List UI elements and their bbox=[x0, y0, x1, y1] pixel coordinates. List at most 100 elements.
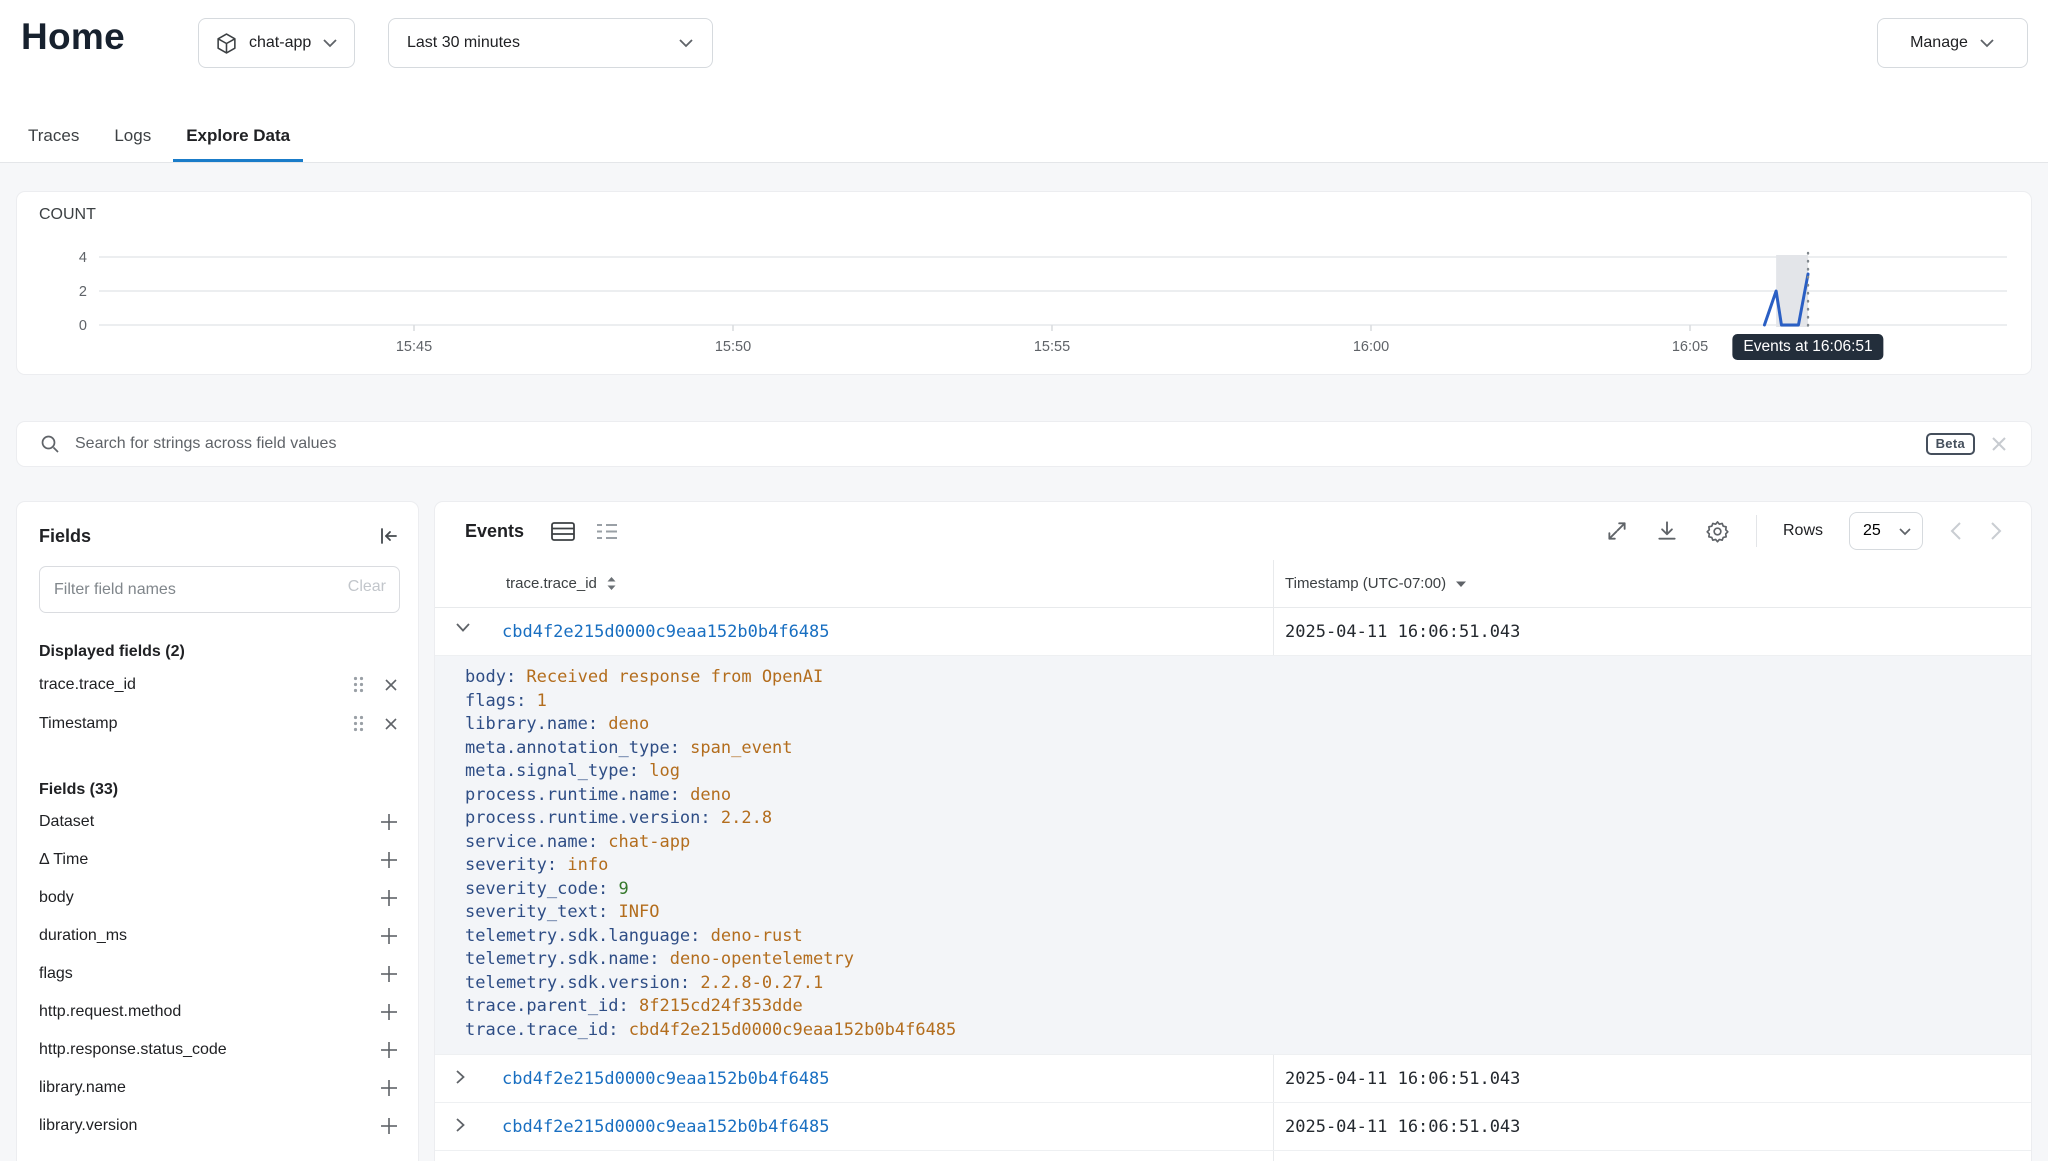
event-attribute-line: flags: 1 bbox=[465, 690, 2011, 714]
events-toolbar: Events Rows bbox=[435, 502, 2031, 560]
download-icon[interactable] bbox=[1655, 519, 1679, 543]
add-field-icon[interactable] bbox=[378, 849, 400, 871]
add-field-icon[interactable] bbox=[378, 1039, 400, 1061]
toolbar-divider bbox=[1756, 515, 1757, 547]
tab-explore-data[interactable]: Explore Data bbox=[173, 113, 303, 162]
table-row[interactable]: cbd4f2e215d0000c9eaa152b0b4f6485 2025-04… bbox=[435, 1055, 2031, 1103]
count-chart-plot[interactable]: 02415:4515:5015:5516:0016:05 bbox=[17, 192, 2031, 374]
chevron-right-icon bbox=[455, 1117, 466, 1133]
clear-filter-button[interactable]: Clear bbox=[348, 578, 386, 596]
attribute-key: library.name: bbox=[465, 714, 608, 734]
svg-text:15:45: 15:45 bbox=[396, 339, 432, 355]
displayed-field-row: trace.trace_id bbox=[39, 665, 400, 704]
search-input[interactable] bbox=[75, 435, 1912, 453]
events-title: Events bbox=[465, 521, 524, 542]
page: Home chat-app Last 30 minutes Manage Tra… bbox=[0, 0, 2048, 1161]
table-row[interactable]: cbd4f2e215d0000c9eaa152b0b4f6485 2025-04… bbox=[435, 1103, 2031, 1151]
sort-icon[interactable] bbox=[605, 575, 618, 592]
tab-traces[interactable]: Traces bbox=[15, 113, 92, 162]
event-attribute-line: process.runtime.name: deno bbox=[465, 784, 2011, 808]
field-name: http.request.method bbox=[39, 1003, 378, 1021]
dataset-cube-icon bbox=[215, 32, 238, 55]
displayed-fields-header: Displayed fields (2) bbox=[39, 639, 400, 665]
fields-panel-title: Fields bbox=[39, 526, 91, 547]
add-field-icon[interactable] bbox=[378, 963, 400, 985]
attribute-key: process.runtime.name: bbox=[465, 785, 690, 805]
collapse-sidebar-icon[interactable] bbox=[376, 524, 400, 548]
attribute-key: body: bbox=[465, 667, 526, 687]
attribute-value: Received response from OpenAI bbox=[526, 667, 823, 687]
manage-button[interactable]: Manage bbox=[1877, 18, 2028, 68]
add-field-icon[interactable] bbox=[378, 1077, 400, 1099]
svg-text:4: 4 bbox=[79, 250, 87, 266]
attribute-key: telemetry.sdk.name: bbox=[465, 949, 670, 969]
attribute-key: flags: bbox=[465, 691, 537, 711]
dataset-selector[interactable]: chat-app bbox=[198, 18, 355, 68]
svg-text:16:00: 16:00 bbox=[1353, 339, 1389, 355]
attribute-key: meta.signal_type: bbox=[465, 761, 649, 781]
trace-id-link[interactable]: cbd4f2e215d0000c9eaa152b0b4f6485 bbox=[502, 1117, 830, 1137]
row-expand-chevron[interactable] bbox=[455, 622, 475, 642]
sort-desc-icon[interactable] bbox=[1455, 580, 1467, 588]
field-row: body bbox=[39, 879, 400, 917]
prev-page-icon[interactable] bbox=[1949, 521, 1963, 541]
expand-icon[interactable] bbox=[1605, 519, 1629, 543]
event-attribute-line: telemetry.sdk.version: 2.2.8-0.27.1 bbox=[465, 972, 2011, 996]
list-view-icon[interactable] bbox=[594, 520, 620, 543]
attribute-value: 1 bbox=[537, 691, 547, 711]
add-field-icon[interactable] bbox=[378, 1001, 400, 1023]
dataset-label: chat-app bbox=[249, 34, 311, 52]
event-attribute-line: telemetry.sdk.language: deno-rust bbox=[465, 925, 2011, 949]
remove-field-icon[interactable] bbox=[382, 715, 400, 733]
field-name: Timestamp bbox=[39, 715, 351, 733]
attribute-value: deno bbox=[608, 714, 649, 734]
tab-label: Traces bbox=[28, 126, 79, 146]
table-view-icon[interactable] bbox=[550, 520, 576, 543]
svg-text:15:55: 15:55 bbox=[1034, 339, 1070, 355]
column-header-trace-id[interactable]: trace.trace_id bbox=[506, 575, 597, 592]
tab-label: Logs bbox=[114, 126, 151, 146]
table-row[interactable]: cbd4f2e215d0000c9eaa152b0b4f6485 2025-04… bbox=[435, 1151, 2031, 1161]
chevron-down-icon bbox=[1898, 527, 1912, 536]
rows-per-page-select[interactable]: 25 bbox=[1849, 512, 1923, 550]
timestamp-value: 2025-04-11 16:06:51.043 bbox=[1285, 1117, 1520, 1137]
trace-id-link[interactable]: cbd4f2e215d0000c9eaa152b0b4f6485 bbox=[502, 622, 830, 642]
add-field-icon[interactable] bbox=[378, 887, 400, 909]
field-name: Dataset bbox=[39, 813, 378, 831]
field-name: body bbox=[39, 889, 378, 907]
add-field-icon[interactable] bbox=[378, 811, 400, 833]
drag-handle-icon[interactable] bbox=[351, 713, 366, 734]
attribute-value: deno bbox=[690, 785, 731, 805]
add-field-icon[interactable] bbox=[378, 1115, 400, 1137]
remove-field-icon[interactable] bbox=[382, 676, 400, 694]
attribute-value: 8f215cd24f353dde bbox=[639, 996, 803, 1016]
column-header-timestamp[interactable]: Timestamp (UTC-07:00) bbox=[1285, 575, 1446, 592]
event-attribute-line: trace.trace_id: cbd4f2e215d0000c9eaa152b… bbox=[465, 1019, 2011, 1043]
add-field-icon[interactable] bbox=[378, 925, 400, 947]
settings-gear-icon[interactable] bbox=[1705, 519, 1730, 544]
all-fields-header: Fields (33) bbox=[39, 777, 400, 803]
displayed-fields-list: trace.trace_id Timestamp bbox=[39, 665, 400, 743]
event-attribute-line: process.runtime.version: 2.2.8 bbox=[465, 807, 2011, 831]
attribute-key: trace.trace_id: bbox=[465, 1020, 629, 1040]
event-attribute-line: trace.parent_id: 8f215cd24f353dde bbox=[465, 995, 2011, 1019]
next-page-icon[interactable] bbox=[1989, 521, 2003, 541]
row-expand-chevron[interactable] bbox=[455, 1117, 475, 1137]
search-close-button[interactable] bbox=[1989, 434, 2009, 454]
time-range-label: Last 30 minutes bbox=[407, 34, 520, 52]
attribute-key: service.name: bbox=[465, 832, 608, 852]
table-row[interactable]: cbd4f2e215d0000c9eaa152b0b4f6485 2025-04… bbox=[435, 608, 2031, 656]
event-attribute-line: severity: info bbox=[465, 854, 2011, 878]
row-expand-chevron[interactable] bbox=[455, 1069, 475, 1089]
trace-id-link[interactable]: cbd4f2e215d0000c9eaa152b0b4f6485 bbox=[502, 1069, 830, 1089]
event-attribute-line: severity_code: 9 bbox=[465, 878, 2011, 902]
event-attribute-line: telemetry.sdk.name: deno-opentelemetry bbox=[465, 948, 2011, 972]
attribute-value: log bbox=[649, 761, 680, 781]
drag-handle-icon[interactable] bbox=[351, 674, 366, 695]
chevron-down-icon bbox=[678, 38, 694, 48]
time-range-selector[interactable]: Last 30 minutes bbox=[388, 18, 713, 68]
tab-logs[interactable]: Logs bbox=[101, 113, 164, 162]
svg-text:16:05: 16:05 bbox=[1672, 339, 1708, 355]
field-filter-input[interactable] bbox=[39, 566, 400, 613]
attribute-value: 2.2.8 bbox=[721, 808, 772, 828]
